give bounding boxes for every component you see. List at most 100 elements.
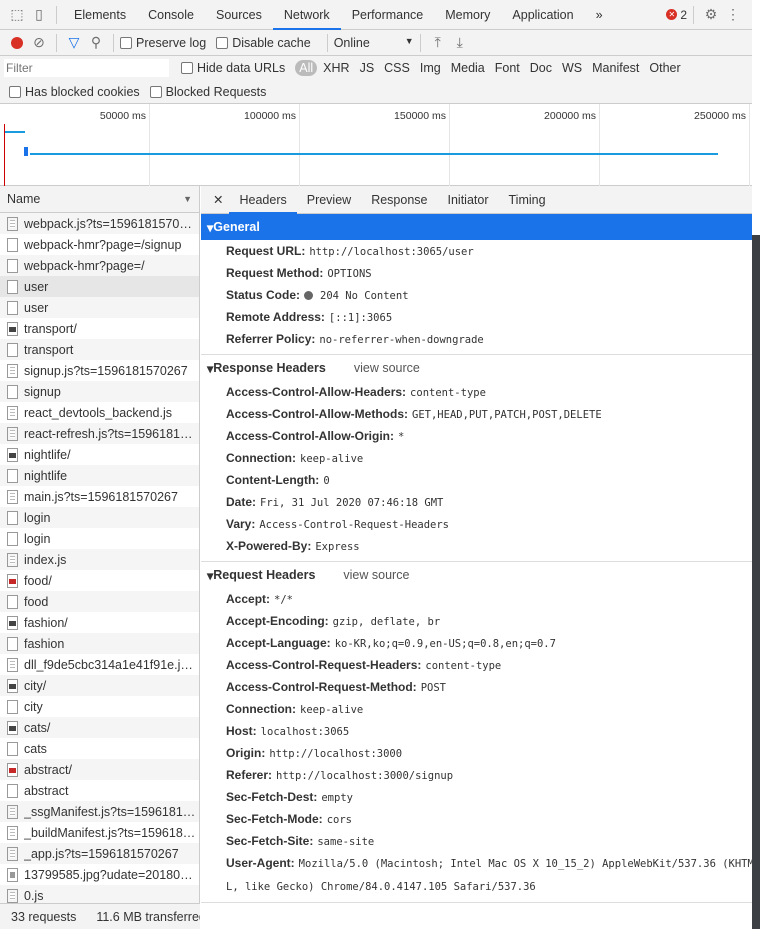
detail-tab-timing[interactable]: Timing bbox=[499, 186, 556, 214]
tab-performance[interactable]: Performance bbox=[341, 0, 435, 30]
preserve-log-checkbox[interactable]: Preserve log bbox=[120, 36, 206, 50]
request-row[interactable]: transport bbox=[0, 339, 199, 360]
request-row[interactable]: nightlife bbox=[0, 465, 199, 486]
request-row[interactable]: fashion bbox=[0, 633, 199, 654]
divider bbox=[113, 33, 114, 52]
section-header-request-headers[interactable]: ▾ Request Headers view source bbox=[201, 562, 752, 588]
request-row[interactable]: webpack-hmr?page=/ bbox=[0, 255, 199, 276]
settings-gear-icon[interactable]: ⚙ bbox=[700, 4, 722, 26]
detail-tab-preview[interactable]: Preview bbox=[297, 186, 361, 214]
filter-type-other[interactable]: Other bbox=[645, 60, 684, 76]
record-icon[interactable] bbox=[6, 32, 28, 54]
header-key: Origin: bbox=[226, 746, 266, 760]
filter-type-all[interactable]: All bbox=[295, 60, 318, 76]
request-row[interactable]: 13799585.jpg?udate=201807… bbox=[0, 864, 199, 885]
filter-type-manifest[interactable]: Manifest bbox=[588, 60, 643, 76]
tab-memory[interactable]: Memory bbox=[434, 0, 501, 30]
filter-icon[interactable]: ▽ bbox=[63, 32, 85, 54]
error-counter[interactable]: ✕ 2 bbox=[666, 8, 687, 22]
name-column-header[interactable]: Name ▼ bbox=[0, 186, 199, 213]
section-header-response-headers[interactable]: ▾ Response Headers view source bbox=[201, 355, 752, 381]
request-row[interactable]: abstract bbox=[0, 780, 199, 801]
detail-tab-initiator[interactable]: Initiator bbox=[438, 186, 499, 214]
filter-type-css[interactable]: CSS bbox=[380, 60, 414, 76]
request-row[interactable]: signup.js?ts=1596181570267 bbox=[0, 360, 199, 381]
detail-tab-response[interactable]: Response bbox=[361, 186, 437, 214]
more-tabs-icon[interactable]: » bbox=[585, 0, 614, 30]
search-icon[interactable]: ⚲ bbox=[85, 32, 107, 54]
request-row[interactable]: dll_f9de5cbc314a1e41f91e.js… bbox=[0, 654, 199, 675]
request-row[interactable]: react_devtools_backend.js bbox=[0, 402, 199, 423]
script-file-icon bbox=[7, 804, 18, 819]
request-row[interactable]: fashion/ bbox=[0, 612, 199, 633]
request-row[interactable]: webpack-hmr?page=/signup bbox=[0, 234, 199, 255]
request-row[interactable]: react-refresh.js?ts=15961815… bbox=[0, 423, 199, 444]
filter-type-js[interactable]: JS bbox=[356, 60, 379, 76]
header-key: Date: bbox=[226, 495, 257, 509]
device-toolbar-icon[interactable]: ▯ bbox=[28, 4, 50, 26]
request-row[interactable]: food bbox=[0, 591, 199, 612]
view-source-link[interactable]: view source bbox=[343, 568, 409, 582]
network-overview-timeline[interactable]: 50000 ms 100000 ms 150000 ms 200000 ms 25000… bbox=[0, 104, 752, 186]
status-footer: 33 requests 11.6 MB transferred bbox=[0, 903, 200, 929]
request-row[interactable]: signup bbox=[0, 381, 199, 402]
filter-type-font[interactable]: Font bbox=[491, 60, 524, 76]
request-row[interactable]: abstract/ bbox=[0, 759, 199, 780]
filter-type-xhr[interactable]: XHR bbox=[319, 60, 353, 76]
import-har-icon[interactable]: ⤒ bbox=[427, 32, 449, 54]
header-value: no-referrer-when-downgrade bbox=[319, 334, 484, 346]
throttling-select[interactable]: Online ▼ bbox=[334, 36, 414, 50]
header-row: Request Method: OPTIONS bbox=[201, 262, 752, 284]
request-row[interactable]: food/ bbox=[0, 570, 199, 591]
has-blocked-cookies-checkbox[interactable]: Has blocked cookies bbox=[9, 85, 140, 99]
blocked-requests-checkbox[interactable]: Blocked Requests bbox=[149, 85, 266, 99]
tab-console[interactable]: Console bbox=[137, 0, 205, 30]
detail-tab-headers[interactable]: Headers bbox=[229, 186, 297, 214]
request-row[interactable]: index.js bbox=[0, 549, 199, 570]
request-row[interactable]: _buildManifest.js?ts=159618… bbox=[0, 822, 199, 843]
filter-type-ws[interactable]: WS bbox=[558, 60, 586, 76]
hide-data-urls-checkbox[interactable]: Hide data URLs bbox=[181, 61, 285, 75]
close-details-icon[interactable]: ✕ bbox=[207, 186, 229, 214]
tab-sources[interactable]: Sources bbox=[205, 0, 273, 30]
request-row[interactable]: _ssgManifest.js?ts=1596181… bbox=[0, 801, 199, 822]
section-header-general[interactable]: ▾ General bbox=[201, 214, 752, 240]
view-source-link[interactable]: view source bbox=[354, 361, 420, 375]
filter-input[interactable] bbox=[4, 59, 169, 77]
request-row[interactable]: transport/ bbox=[0, 318, 199, 339]
header-row: Access-Control-Allow-Methods: GET,HEAD,PU… bbox=[201, 403, 752, 425]
filter-type-doc[interactable]: Doc bbox=[526, 60, 556, 76]
request-row[interactable]: city bbox=[0, 696, 199, 717]
export-har-icon[interactable]: ⤓ bbox=[449, 32, 471, 54]
header-row: Date: Fri, 31 Jul 2020 07:46:18 GMT bbox=[201, 491, 752, 513]
more-options-icon[interactable]: ⋮ bbox=[722, 4, 744, 26]
request-row[interactable]: nightlife/ bbox=[0, 444, 199, 465]
request-row[interactable]: user bbox=[0, 297, 199, 318]
request-row[interactable]: login bbox=[0, 528, 199, 549]
tab-application[interactable]: Application bbox=[501, 0, 584, 30]
filter-type-img[interactable]: Img bbox=[416, 60, 445, 76]
tab-network[interactable]: Network bbox=[272, 0, 341, 30]
header-value: Express bbox=[315, 541, 360, 553]
request-row[interactable]: main.js?ts=1596181570267 bbox=[0, 486, 199, 507]
request-row[interactable]: cats/ bbox=[0, 717, 199, 738]
inspect-element-icon[interactable]: ⬚ bbox=[6, 4, 28, 26]
header-key: Sec-Fetch-Mode: bbox=[226, 812, 323, 826]
request-row[interactable]: _app.js?ts=1596181570267 bbox=[0, 843, 199, 864]
document-file-icon bbox=[7, 468, 18, 483]
document-file-icon bbox=[7, 300, 18, 315]
disable-cache-checkbox[interactable]: Disable cache bbox=[216, 36, 311, 50]
request-row[interactable]: webpack.js?ts=15961815702… bbox=[0, 213, 199, 234]
request-row[interactable]: user bbox=[0, 276, 199, 297]
request-row[interactable]: login bbox=[0, 507, 199, 528]
header-row: Accept-Language: ko-KR,ko;q=0.9,en-US;q=0… bbox=[201, 632, 752, 654]
header-row: Status Code: 204 No Content bbox=[201, 284, 752, 306]
tab-elements[interactable]: Elements bbox=[63, 0, 137, 30]
request-row[interactable]: cats bbox=[0, 738, 199, 759]
header-row: Referer: http://localhost:3000/signup bbox=[201, 764, 752, 786]
clear-icon[interactable]: ⊘ bbox=[28, 32, 50, 54]
header-row: Content-Length: 0 bbox=[201, 469, 752, 491]
request-row[interactable]: city/ bbox=[0, 675, 199, 696]
scrollbar[interactable] bbox=[752, 235, 760, 929]
filter-type-media[interactable]: Media bbox=[447, 60, 489, 76]
